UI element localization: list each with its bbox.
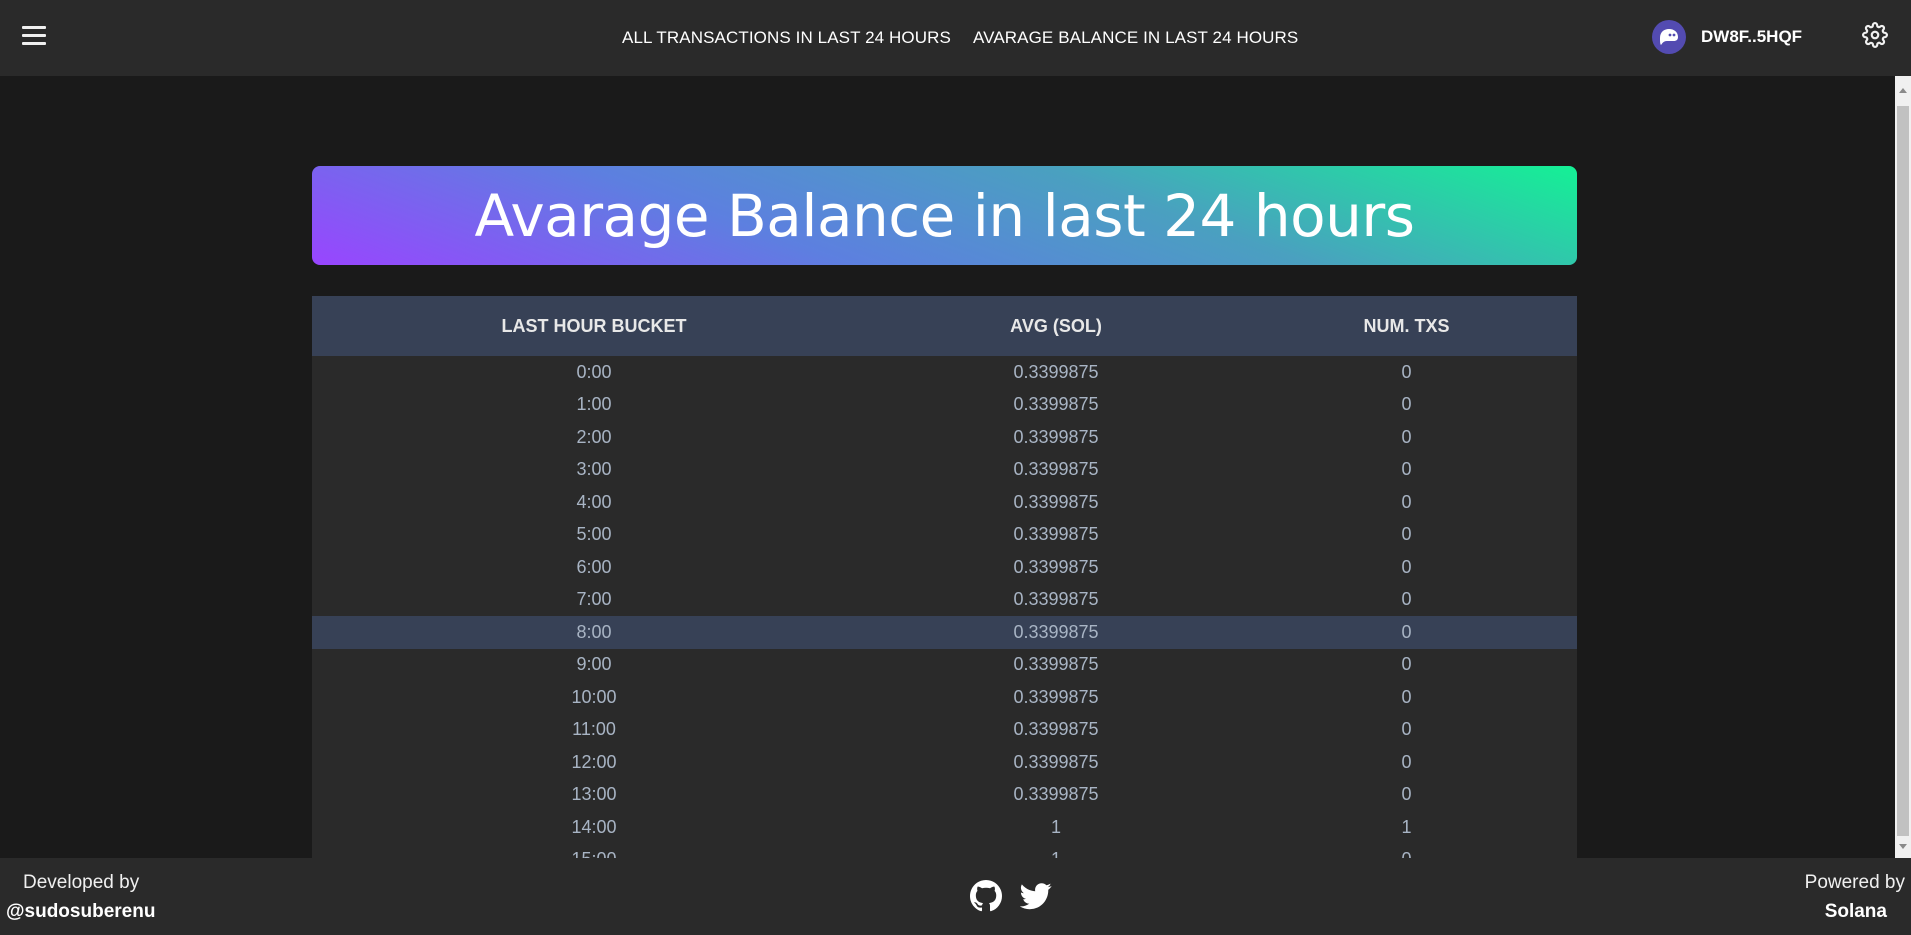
cell-hour: 6:00 <box>576 556 612 577</box>
table-row[interactable]: 3:00 0.3399875 0 <box>312 454 1577 487</box>
table-row-highlighted[interactable]: 8:00 0.3399875 0 <box>312 616 1577 649</box>
cell-hour: 14:00 <box>571 816 617 837</box>
table-row[interactable]: 7:00 0.3399875 0 <box>312 584 1577 617</box>
cell-avg: 0.3399875 <box>1013 426 1099 447</box>
column-header-hour-bucket: LAST HOUR BUCKET <box>501 315 687 336</box>
cell-hour: 2:00 <box>576 426 612 447</box>
column-header-avg-sol: AVG (SOL) <box>1010 315 1102 336</box>
nav-item-average-balance[interactable]: AVARAGE BALANCE IN LAST 24 HOURS <box>973 0 1298 76</box>
cell-txs: 0 <box>1401 589 1412 610</box>
balance-table: LAST HOUR BUCKET AVG (SOL) NUM. TXS 0:00… <box>312 296 1577 858</box>
cell-avg: 0.3399875 <box>1013 719 1099 740</box>
table-row[interactable]: 2:00 0.3399875 0 <box>312 421 1577 454</box>
cell-txs: 0 <box>1401 394 1412 415</box>
nav-link-all-transactions[interactable]: ALL TRANSACTIONS IN LAST 24 HOURS <box>622 28 951 48</box>
cell-avg: 0.3399875 <box>1013 654 1099 675</box>
table-row[interactable]: 0:00 0.3399875 0 <box>312 356 1577 389</box>
cell-avg: 0.3399875 <box>1013 361 1099 382</box>
cell-txs: 0 <box>1401 491 1412 512</box>
nav-item-all-transactions[interactable]: ALL TRANSACTIONS IN LAST 24 HOURS <box>622 0 951 76</box>
cell-txs: 0 <box>1401 459 1412 480</box>
nav-link-average-balance[interactable]: AVARAGE BALANCE IN LAST 24 HOURS <box>973 28 1298 48</box>
github-icon[interactable] <box>970 880 1002 912</box>
main-content: Avarage Balance in last 24 hours LAST HO… <box>0 76 1895 858</box>
table-row[interactable]: 11:00 0.3399875 0 <box>312 714 1577 747</box>
table-row[interactable]: 13:00 0.3399875 0 <box>312 779 1577 812</box>
table-row[interactable]: 10:00 0.3399875 0 <box>312 681 1577 714</box>
wallet-address-label: DW8F..5HQF <box>1701 27 1803 46</box>
cell-avg: 0.3399875 <box>1013 394 1099 415</box>
developer-handle-link[interactable]: @sudosuberenu <box>6 901 155 923</box>
top-navbar: ALL TRANSACTIONS IN LAST 24 HOURS AVARAG… <box>0 0 1911 76</box>
scrollbar-thumb[interactable] <box>1897 106 1909 836</box>
table-row[interactable]: 6:00 0.3399875 0 <box>312 551 1577 584</box>
cell-avg: 0.3399875 <box>1013 491 1099 512</box>
cell-hour: 8:00 <box>576 621 612 642</box>
cell-hour: 11:00 <box>572 719 616 740</box>
vertical-scrollbar[interactable] <box>1895 76 1911 858</box>
cell-avg: 1 <box>1050 816 1061 837</box>
cell-txs: 0 <box>1401 556 1412 577</box>
page-title: Avarage Balance in last 24 hours <box>474 181 1415 250</box>
cell-hour: 1:00 <box>576 394 612 415</box>
twitter-icon[interactable] <box>1019 880 1052 912</box>
cell-hour: 0:00 <box>576 361 612 382</box>
hamburger-menu-icon[interactable] <box>22 26 46 46</box>
cell-avg: 0.3399875 <box>1013 686 1099 707</box>
table-row[interactable]: 14:00 1 1 <box>312 811 1577 844</box>
cell-txs: 0 <box>1401 654 1412 675</box>
footer: Developed by @sudosuberenu Powered by So… <box>0 858 1911 935</box>
cell-hour: 9:00 <box>576 654 612 675</box>
cell-hour: 10:00 <box>571 686 617 707</box>
cell-avg: 0.3399875 <box>1013 459 1099 480</box>
table-row[interactable]: 15:0010 <box>312 844 1577 858</box>
cell-txs: 0 <box>1401 751 1412 772</box>
cell-hour: 7:00 <box>576 589 612 610</box>
cell-hour: 15:00 <box>312 849 876 858</box>
table-header: LAST HOUR BUCKET AVG (SOL) NUM. TXS <box>312 296 1577 356</box>
cell-hour: 12:00 <box>571 751 617 772</box>
cell-txs: 0 <box>1401 784 1412 805</box>
column-header-num-txs: NUM. TXS <box>1363 315 1450 336</box>
cell-hour: 13:00 <box>571 784 617 805</box>
cell-avg: 1 <box>876 849 1236 858</box>
table-body: 0:00 0.3399875 0 1:00 0.3399875 0 2:00 0.3399… <box>312 356 1577 858</box>
cell-txs: 1 <box>1401 816 1412 837</box>
scroll-up-arrow-icon[interactable] <box>1899 88 1907 93</box>
phantom-wallet-icon <box>1652 20 1686 54</box>
cell-avg: 0.3399875 <box>1013 621 1099 642</box>
powered-by-name: Solana <box>1824 901 1887 922</box>
cell-avg: 0.3399875 <box>1013 524 1099 545</box>
cell-txs: 0 <box>1401 361 1412 382</box>
cell-txs: 0 <box>1236 849 1577 858</box>
cell-txs: 0 <box>1401 621 1412 642</box>
cell-avg: 0.3399875 <box>1013 556 1099 577</box>
table-row[interactable]: 1:00 0.3399875 0 <box>312 389 1577 422</box>
table-row[interactable]: 9:00 0.3399875 0 <box>312 649 1577 682</box>
powered-by-label: Powered by <box>1804 872 1905 893</box>
cell-avg: 0.3399875 <box>1013 751 1099 772</box>
cell-txs: 0 <box>1401 524 1412 545</box>
cell-txs: 0 <box>1401 719 1412 740</box>
scroll-down-arrow-icon[interactable] <box>1899 844 1907 849</box>
table-row[interactable]: 12:00 0.3399875 0 <box>312 746 1577 779</box>
title-banner: Avarage Balance in last 24 hours <box>312 166 1577 265</box>
settings-gear-icon[interactable] <box>1862 22 1888 48</box>
cell-hour: 5:00 <box>576 524 612 545</box>
cell-avg: 0.3399875 <box>1013 784 1099 805</box>
cell-hour: 3:00 <box>576 459 612 480</box>
cell-hour: 4:00 <box>576 491 612 512</box>
cell-txs: 0 <box>1401 426 1412 447</box>
cell-txs: 0 <box>1401 686 1412 707</box>
table-row[interactable]: 4:00 0.3399875 0 <box>312 486 1577 519</box>
table-row[interactable]: 5:00 0.3399875 0 <box>312 519 1577 552</box>
wallet-button[interactable]: DW8F..5HQF <box>1652 16 1802 58</box>
cell-avg: 0.3399875 <box>1013 589 1099 610</box>
developed-by-label: Developed by <box>23 872 140 893</box>
